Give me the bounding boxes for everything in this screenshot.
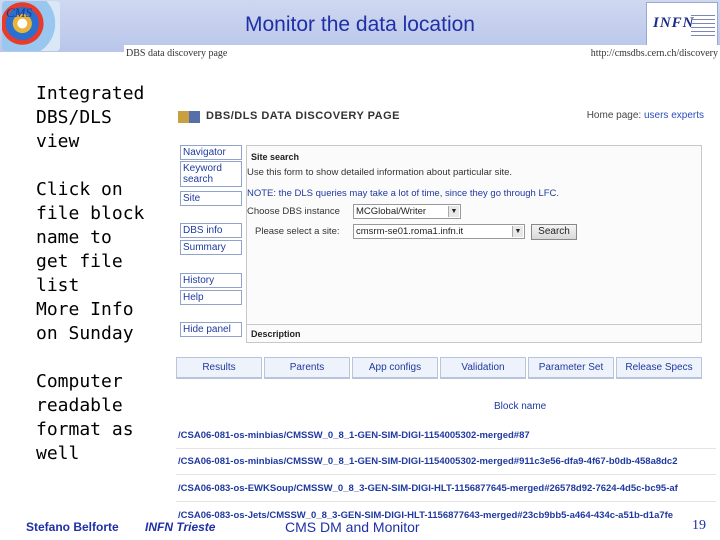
home-links: Home page: users experts (587, 110, 704, 121)
site-search-info: Use this form to show detailed informati… (247, 167, 513, 178)
nav-item-summary[interactable]: Summary (180, 240, 242, 255)
footer-author: Stefano Belforte (26, 520, 119, 534)
site-select[interactable]: cmsrm-se01.roma1.infn.it ▼ (353, 224, 525, 239)
bullet-click-file-block: Click on file block name to get file lis… (36, 179, 145, 296)
page-title: DBS/DLS DATA DISCOVERY PAGE (206, 110, 401, 122)
browser-url[interactable]: http://cmsdbs.cern.ch/discovery (591, 48, 718, 59)
panel-divider (247, 324, 701, 325)
site-search-header: Site search (251, 152, 300, 162)
nav-item-help[interactable]: Help (180, 290, 242, 305)
infn-logo: INFN (646, 2, 718, 50)
block-link[interactable]: /CSA06-083-os-EWKSoup/CMSSW_0_8_3-GEN-SI… (178, 483, 718, 494)
nav-item-keyword-search[interactable]: Keyword search (180, 161, 242, 187)
dbs-instance-select[interactable]: MCGlobal/Writer ▼ (353, 204, 461, 219)
row-divider (176, 474, 716, 475)
tab-app-configs[interactable]: App configs (352, 357, 438, 379)
infn-logo-text: INFN (653, 15, 695, 31)
infn-logo-lines (691, 15, 715, 37)
browser-titlebar: DBS data discovery page http://cmsdbs.ce… (124, 45, 720, 61)
nav-item-history[interactable]: History (180, 273, 242, 288)
tab-parameter-set[interactable]: Parameter Set (528, 357, 614, 379)
result-tabs: Results Parents App configs Validation P… (176, 357, 704, 379)
chevron-down-icon: ▼ (448, 206, 459, 217)
browser-page-title: DBS data discovery page (126, 48, 228, 59)
site-select-value: cmsrm-se01.roma1.infn.it (356, 226, 464, 237)
home-label: Home page: (586, 110, 642, 121)
tab-validation[interactable]: Validation (440, 357, 526, 379)
block-link[interactable]: /CSA06-083-os-Jets/CMSSW_0_8_3-GEN-SIM-D… (178, 510, 718, 521)
description-label: Description (251, 329, 301, 339)
bullet-more-info: More Info on Sunday (36, 299, 134, 344)
row-divider (176, 448, 716, 449)
bullet-integrated-view: Integrated DBS/DLS view (36, 83, 145, 152)
chevron-down-icon: ▼ (512, 226, 523, 237)
dbs-instance-value: MCGlobal/Writer (356, 206, 427, 217)
tab-results[interactable]: Results (176, 357, 262, 379)
site-search-panel: Site search Use this form to show detail… (246, 145, 702, 343)
block-link[interactable]: /CSA06-081-os-minbias/CMSSW_0_8_1-GEN-SI… (178, 430, 718, 441)
site-search-note: NOTE: the DLS queries may take a lot of … (247, 188, 560, 199)
slide-title: Monitor the data location (245, 13, 475, 36)
row-divider (176, 501, 716, 502)
block-link[interactable]: /CSA06-081-os-minbias/CMSSW_0_8_1-GEN-SI… (178, 456, 718, 467)
tab-parents[interactable]: Parents (264, 357, 350, 379)
bullet-computer-readable: Computer readable format as well (36, 371, 134, 464)
home-users-experts-link[interactable]: users experts (644, 110, 704, 121)
footer-org: INFN Trieste (145, 520, 216, 534)
search-button[interactable]: Search (531, 224, 577, 240)
tab-release-specs[interactable]: Release Specs (616, 357, 702, 379)
page-number: 19 (692, 518, 706, 533)
page-banner: DBS/DLS DATA DISCOVERY PAGE Home page: u… (178, 107, 704, 129)
nav-item-dbs-info[interactable]: DBS info (180, 223, 242, 238)
nav-item-site[interactable]: Site (180, 191, 242, 206)
discovery-page-screenshot: DBS data discovery page http://cmsdbs.ce… (124, 45, 720, 540)
dbs-instance-label: Choose DBS instance (247, 206, 340, 217)
nav-item-hide-panel[interactable]: Hide panel (180, 322, 242, 337)
site-select-label: Please select a site: (255, 226, 340, 237)
nav-item-navigator[interactable]: Navigator (180, 145, 242, 160)
block-name-header: Block name (494, 401, 547, 412)
footer-title: CMS DM and Monitor (285, 519, 420, 535)
dbs-logo-icon (178, 111, 200, 123)
